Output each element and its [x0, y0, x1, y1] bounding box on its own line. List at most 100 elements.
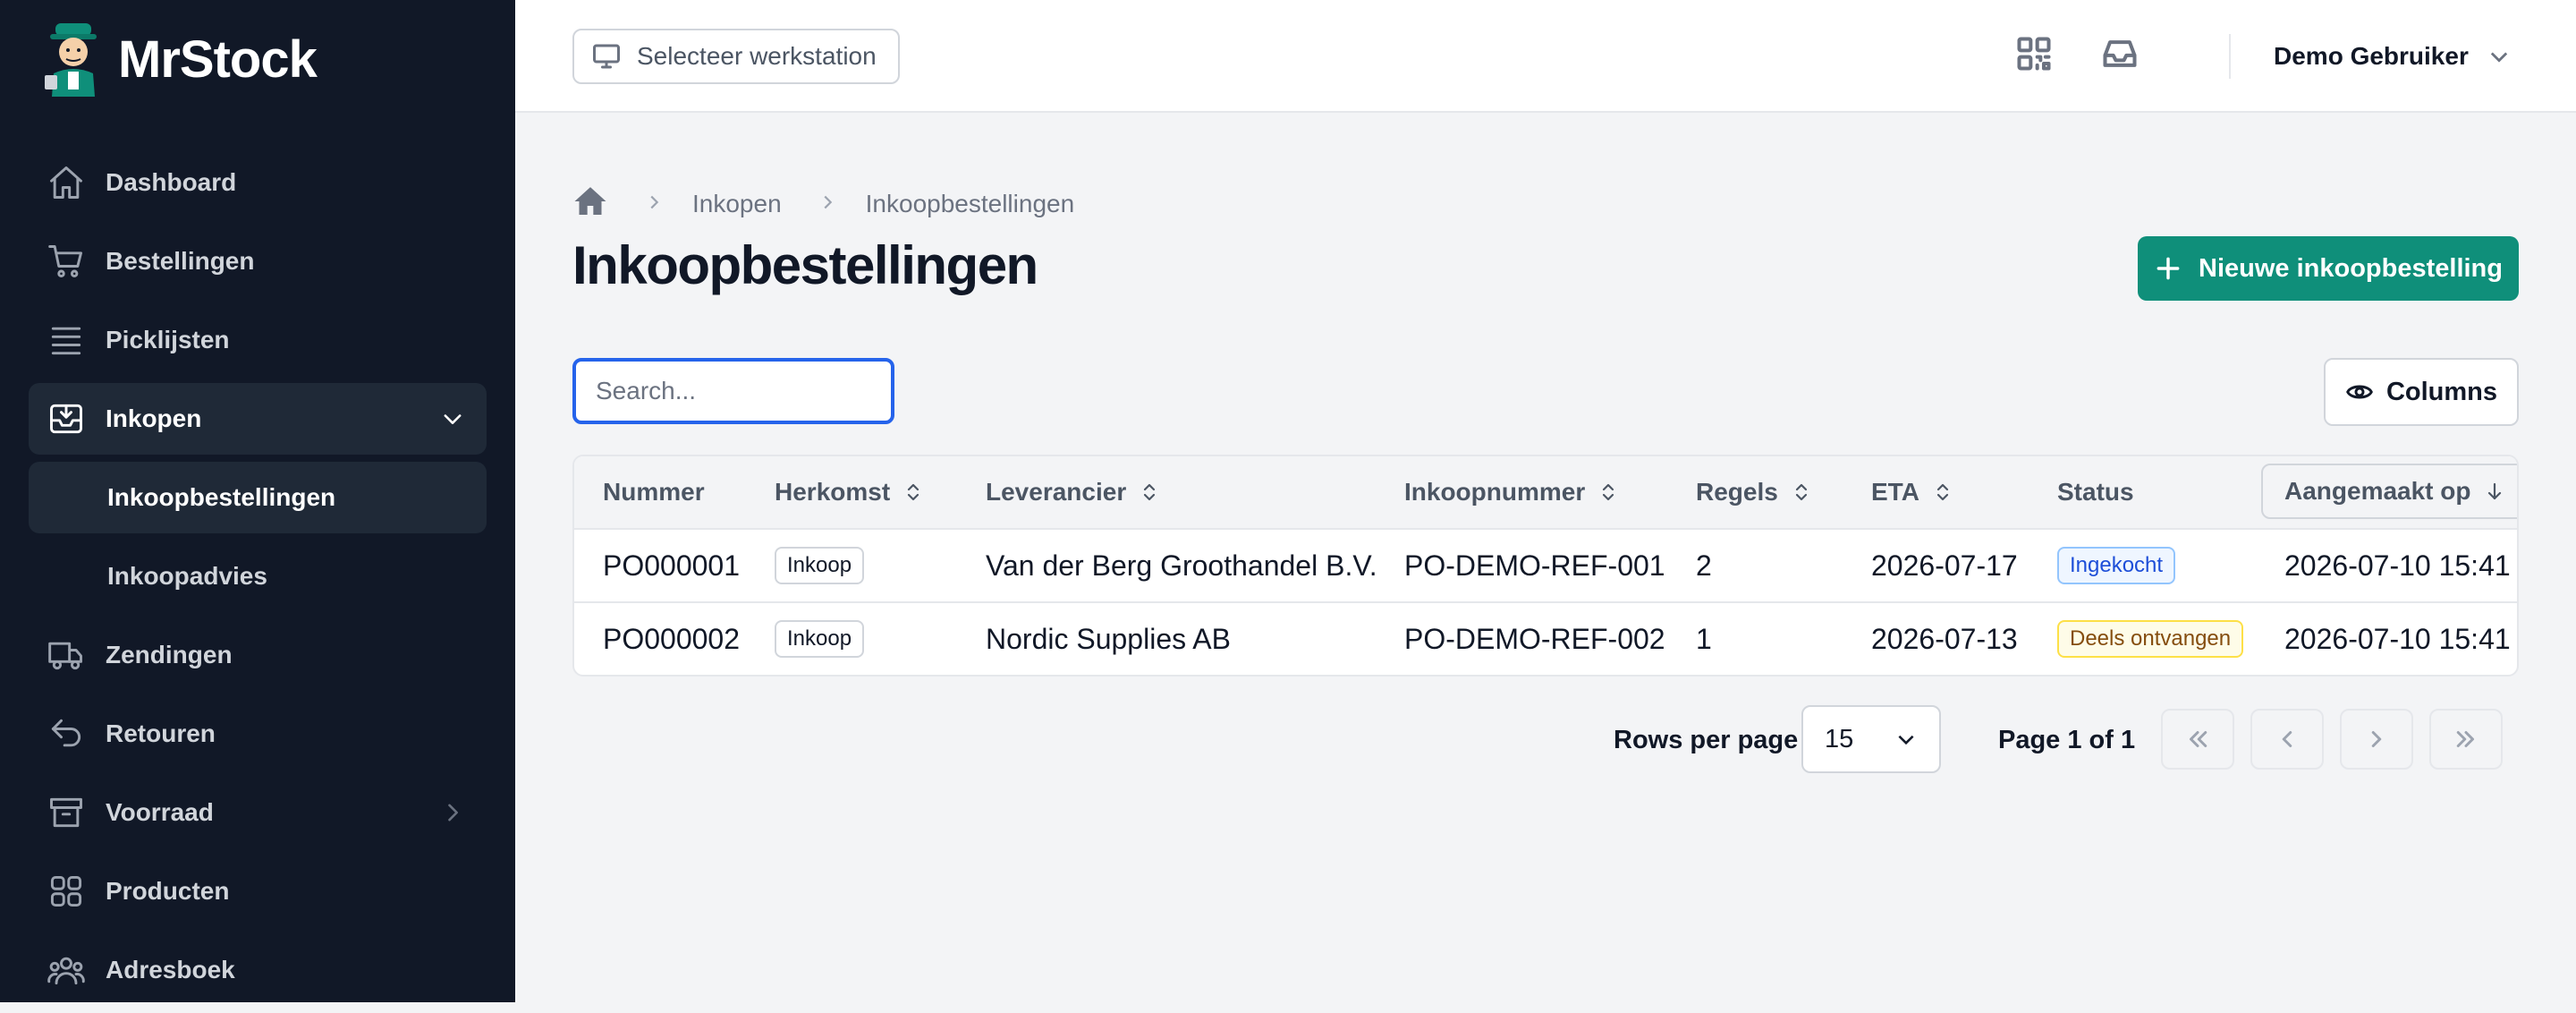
chevron-left-icon	[2282, 731, 2292, 747]
sidebar-nav: Dashboard Bestellingen Picklijsten Inkop…	[29, 147, 487, 1013]
chevron-right-icon	[818, 190, 837, 218]
brand-name: MrStock	[118, 30, 318, 89]
grid-icon	[45, 870, 88, 913]
table-row[interactable]: PO000001 Inkoop Van der Berg Groothandel…	[574, 530, 2517, 603]
sidebar-item-bestellingen[interactable]: Bestellingen	[29, 226, 487, 297]
plus-icon	[2157, 257, 2180, 280]
sidebar-item-label: Inkopen	[106, 404, 202, 432]
sort-icon	[1795, 483, 1807, 501]
chevron-right-icon	[440, 800, 465, 825]
cell-herkomst: Inkoop	[775, 530, 865, 601]
sort-descending-icon	[2487, 482, 2501, 500]
column-header-inkoopnummer[interactable]: Inkoopnummer	[1404, 456, 1619, 528]
chevron-right-icon	[2371, 731, 2382, 747]
cell-status: Deels ontvangen	[2057, 603, 2244, 675]
sidebar-item-inkoopbestellingen[interactable]: Inkoopbestellingen	[29, 462, 487, 533]
previous-page-button[interactable]	[2250, 709, 2324, 770]
topbar: Selecteer werkstation Demo Gebruiker	[515, 0, 2576, 113]
new-purchase-order-label: Nieuwe inkoopbestelling	[2199, 253, 2503, 283]
last-page-button[interactable]	[2429, 709, 2503, 770]
users-icon	[45, 949, 88, 992]
column-header-nummer: Nummer	[603, 456, 705, 528]
chevron-down-icon	[2490, 52, 2508, 63]
user-menu[interactable]: Demo Gebruiker	[2274, 29, 2512, 84]
breadcrumb: Inkopen Inkoopbestellingen	[572, 184, 1074, 224]
sidebar-item-label: Retouren	[106, 719, 216, 747]
sidebar-item-inkoopadvies[interactable]: Inkoopadvies	[29, 541, 487, 612]
sidebar-item-label: Picklijsten	[106, 326, 230, 353]
sidebar-item-voorraad[interactable]: Voorraad	[29, 777, 487, 848]
home-icon	[45, 161, 88, 204]
column-header-regels[interactable]: Regels	[1696, 456, 1812, 528]
origin-chip: Inkoop	[775, 620, 865, 658]
search-input[interactable]	[572, 358, 894, 424]
topbar-divider	[2229, 34, 2231, 79]
list-icon	[45, 319, 88, 362]
table-header: Nummer Herkomst Leverancier Inkoopnummer…	[574, 456, 2517, 530]
user-name: Demo Gebruiker	[2274, 42, 2469, 70]
inbox-icon	[45, 397, 88, 440]
sidebar-item-label: Voorraad	[106, 798, 214, 826]
sort-icon	[1936, 483, 1949, 501]
column-label: Inkoopnummer	[1404, 478, 1586, 506]
column-label: Nummer	[603, 478, 705, 506]
inbox-tray-icon[interactable]	[2100, 34, 2143, 77]
eye-icon	[2346, 385, 2373, 399]
sidebar-item-producten[interactable]: Producten	[29, 856, 487, 927]
column-header-aangemaakt-op[interactable]: Aangemaakt op	[2261, 464, 2517, 519]
home-icon[interactable]	[572, 183, 608, 226]
cell-regels: 2	[1696, 549, 1712, 582]
chevron-down-icon	[1898, 735, 1914, 745]
sidebar-item-label: Dashboard	[106, 168, 237, 196]
columns-button[interactable]: Columns	[2324, 358, 2519, 426]
archive-icon	[45, 791, 88, 834]
cell-inkoopnummer: PO-DEMO-REF-002	[1404, 622, 1665, 655]
chevron-down-icon	[440, 406, 465, 431]
purchase-orders-table: Nummer Herkomst Leverancier Inkoopnummer…	[572, 455, 2519, 677]
new-purchase-order-button[interactable]: Nieuwe inkoopbestelling	[2138, 236, 2519, 301]
column-label: Aangemaakt op	[2284, 477, 2471, 505]
chevrons-left-icon	[2190, 731, 2207, 747]
column-header-leverancier[interactable]: Leverancier	[986, 456, 1160, 528]
sidebar-item-adresboek[interactable]: Adresboek	[29, 934, 487, 1006]
qr-code-icon[interactable]	[2014, 34, 2057, 77]
status-badge: Deels ontvangen	[2057, 620, 2244, 658]
rows-per-page-value: 15	[1825, 724, 1854, 753]
cell-eta: 2026-07-17	[1871, 549, 2018, 582]
cell-leverancier: Van der Berg Groothandel B.V.	[986, 549, 1377, 582]
status-badge: Ingekocht	[2057, 547, 2176, 584]
rows-per-page-select[interactable]: 15	[1801, 705, 1941, 773]
first-page-button[interactable]	[2161, 709, 2234, 770]
breadcrumb-inkoopbestellingen[interactable]: Inkoopbestellingen	[866, 190, 1075, 218]
origin-chip: Inkoop	[775, 547, 865, 584]
column-label: Leverancier	[986, 478, 1127, 506]
sidebar-item-label: Bestellingen	[106, 247, 255, 275]
table-row[interactable]: PO000002 Inkoop Nordic Supplies AB PO-DE…	[574, 603, 2517, 675]
mascot-logo-icon	[45, 23, 97, 97]
brand-logo[interactable]: MrStock	[41, 21, 318, 97]
breadcrumb-inkopen[interactable]: Inkopen	[692, 190, 782, 218]
next-page-button[interactable]	[2340, 709, 2413, 770]
cell-aangemaakt-op: 2026-07-10 15:41	[2284, 622, 2511, 655]
column-header-herkomst[interactable]: Herkomst	[775, 456, 924, 528]
sort-icon	[1603, 483, 1614, 501]
column-header-status: Status	[2057, 456, 2134, 528]
cell-nummer: PO000001	[603, 549, 741, 582]
sidebar-item-picklijsten[interactable]: Picklijsten	[29, 304, 487, 376]
sidebar-item-label: Adresboek	[106, 956, 235, 983]
sort-icon	[908, 483, 919, 501]
truck-icon	[45, 634, 88, 677]
sidebar-item-label: Inkoopadvies	[107, 562, 267, 590]
columns-label: Columns	[2385, 377, 2498, 406]
chevron-right-icon	[644, 190, 664, 218]
column-label: Herkomst	[775, 478, 891, 506]
select-workstation-button[interactable]: Selecteer werkstation	[572, 29, 900, 84]
sidebar-item-dashboard[interactable]: Dashboard	[29, 147, 487, 218]
select-workstation-label: Selecteer werkstation	[637, 42, 877, 70]
column-label: Status	[2057, 478, 2134, 506]
cell-nummer: PO000002	[603, 622, 741, 655]
sidebar-item-retouren[interactable]: Retouren	[29, 698, 487, 770]
sidebar-item-zendingen[interactable]: Zendingen	[29, 619, 487, 691]
sidebar-item-inkopen[interactable]: Inkopen	[29, 383, 487, 455]
column-header-eta[interactable]: ETA	[1871, 456, 1953, 528]
